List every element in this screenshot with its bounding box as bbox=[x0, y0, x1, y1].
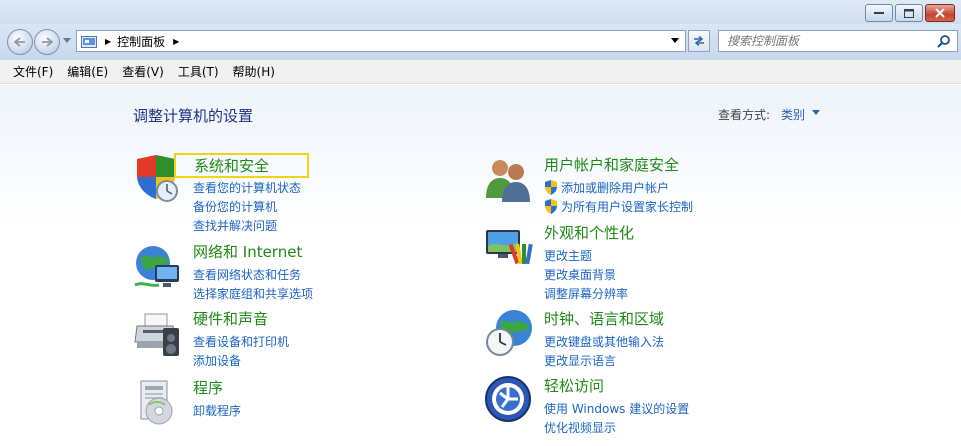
clock-globe-icon bbox=[486, 310, 532, 356]
breadcrumb-arrow-icon[interactable]: ▶ bbox=[173, 37, 179, 46]
category-links: 使用 Windows 建议的设置 优化视频显示 bbox=[544, 399, 689, 437]
forward-button[interactable] bbox=[34, 29, 60, 55]
category-links: 添加或删除用户帐户 为所有用户设置家长控制 bbox=[544, 178, 693, 216]
minimize-icon bbox=[874, 12, 884, 14]
menu-help[interactable]: 帮助(H) bbox=[226, 63, 282, 80]
breadcrumb-control-panel[interactable]: 控制面板 bbox=[117, 33, 165, 50]
page-title: 调整计算机的设置 bbox=[133, 107, 254, 125]
menu-view[interactable]: 查看(V) bbox=[115, 63, 171, 80]
category-network-internet: 网络和 Internet 查看网络状态和任务 选择家庭组和共享选项 bbox=[133, 241, 463, 311]
link-label[interactable]: 添加或删除用户帐户 bbox=[561, 179, 669, 196]
link-change-display-language[interactable]: 更改显示语言 bbox=[544, 351, 664, 370]
link-network-status[interactable]: 查看网络状态和任务 bbox=[193, 265, 313, 284]
link-uninstall-program[interactable]: 卸载程序 bbox=[193, 401, 241, 420]
link-view-computer-status[interactable]: 查看您的计算机状态 bbox=[193, 178, 301, 197]
link-add-device[interactable]: 添加设备 bbox=[193, 351, 289, 370]
menu-tools[interactable]: 工具(T) bbox=[171, 63, 226, 80]
category-title[interactable]: 轻松访问 bbox=[544, 375, 604, 396]
control-panel-folder-icon bbox=[81, 36, 97, 48]
monitor-palette-icon bbox=[486, 230, 533, 265]
back-button[interactable] bbox=[7, 29, 33, 55]
category-programs: 程序 卸载程序 bbox=[133, 377, 463, 446]
link-change-keyboards[interactable]: 更改键盘或其他输入法 bbox=[544, 332, 664, 351]
refresh-button[interactable] bbox=[688, 30, 710, 52]
refresh-icon bbox=[694, 35, 704, 47]
users-icon bbox=[486, 160, 530, 202]
category-links: 更改主题 更改桌面背景 调整屏幕分辨率 bbox=[544, 246, 628, 303]
link-parental-controls[interactable]: 为所有用户设置家长控制 bbox=[544, 197, 693, 216]
menu-edit[interactable]: 编辑(E) bbox=[60, 63, 115, 80]
menu-file[interactable]: 文件(F) bbox=[6, 63, 60, 80]
breadcrumb-arrow-icon[interactable]: ▶ bbox=[105, 37, 111, 46]
minimize-button[interactable] bbox=[865, 4, 893, 22]
window-controls bbox=[865, 4, 955, 22]
category-clock-language-region: 时钟、语言和区域 更改键盘或其他输入法 更改显示语言 bbox=[484, 308, 814, 378]
close-button[interactable] bbox=[925, 4, 955, 22]
category-links: 查看设备和打印机 添加设备 bbox=[193, 332, 289, 370]
uac-shield-icon bbox=[545, 180, 557, 195]
printer-speaker-icon bbox=[134, 313, 179, 356]
category-ease-of-access: 轻松访问 使用 Windows 建议的设置 优化视频显示 bbox=[484, 375, 814, 445]
control-panel-content: 调整计算机的设置 查看方式: 类别 系统和安全 查看您的计算机状态 备份您的计算… bbox=[0, 85, 961, 446]
address-dropdown-icon[interactable] bbox=[671, 38, 679, 43]
category-appearance: 外观和个性化 更改主题 更改桌面背景 调整屏幕分辨率 bbox=[484, 222, 814, 301]
forward-arrow-icon bbox=[42, 37, 53, 47]
category-title[interactable]: 时钟、语言和区域 bbox=[544, 308, 664, 329]
link-recommended-settings[interactable]: 使用 Windows 建议的设置 bbox=[544, 399, 689, 418]
category-links: 卸载程序 bbox=[193, 401, 241, 420]
close-icon bbox=[935, 8, 945, 18]
search-box[interactable] bbox=[718, 30, 958, 52]
network-globe-icon bbox=[134, 246, 179, 287]
view-by-dropdown-icon[interactable] bbox=[812, 110, 820, 115]
view-by-dropdown[interactable]: 类别 bbox=[781, 106, 805, 123]
category-title[interactable]: 程序 bbox=[193, 377, 223, 398]
link-troubleshoot[interactable]: 查找并解决问题 bbox=[193, 216, 301, 235]
link-change-desktop-background[interactable]: 更改桌面背景 bbox=[544, 265, 628, 284]
link-change-theme[interactable]: 更改主题 bbox=[544, 246, 628, 265]
maximize-button[interactable] bbox=[895, 4, 923, 22]
category-system-security: 系统和安全 查看您的计算机状态 备份您的计算机 查找并解决问题 bbox=[133, 153, 463, 233]
search-icon[interactable] bbox=[937, 34, 951, 48]
uac-shield-icon bbox=[545, 199, 557, 214]
recent-pages-dropdown-icon[interactable] bbox=[63, 38, 71, 43]
link-label[interactable]: 为所有用户设置家长控制 bbox=[561, 198, 693, 215]
category-title[interactable]: 系统和安全 bbox=[174, 153, 310, 178]
link-devices-printers[interactable]: 查看设备和打印机 bbox=[193, 332, 289, 351]
category-links: 更改键盘或其他输入法 更改显示语言 bbox=[544, 332, 664, 370]
category-title[interactable]: 用户帐户和家庭安全 bbox=[544, 154, 679, 175]
link-add-remove-accounts[interactable]: 添加或删除用户帐户 bbox=[544, 178, 693, 197]
category-links: 查看您的计算机状态 备份您的计算机 查找并解决问题 bbox=[193, 178, 301, 235]
link-optimize-visual-display[interactable]: 优化视频显示 bbox=[544, 418, 689, 437]
back-arrow-icon bbox=[14, 37, 25, 47]
programs-disc-icon bbox=[140, 380, 173, 425]
ease-of-access-icon bbox=[485, 376, 531, 422]
category-title[interactable]: 网络和 Internet bbox=[193, 241, 302, 262]
address-bar[interactable]: ▶ 控制面板 ▶ bbox=[76, 30, 686, 52]
view-by-label: 查看方式: bbox=[718, 108, 771, 122]
search-input[interactable] bbox=[727, 34, 937, 48]
category-hardware-sound: 硬件和声音 查看设备和打印机 添加设备 bbox=[133, 308, 463, 378]
address-toolbar: ▶ 控制面板 ▶ bbox=[0, 24, 961, 60]
maximize-icon bbox=[904, 8, 914, 18]
link-adjust-resolution[interactable]: 调整屏幕分辨率 bbox=[544, 284, 628, 303]
link-homegroup-sharing[interactable]: 选择家庭组和共享选项 bbox=[193, 284, 313, 303]
category-title[interactable]: 硬件和声音 bbox=[193, 308, 268, 329]
category-user-accounts: 用户帐户和家庭安全 添加或删除用户帐户 为所有用户设置家长控制 bbox=[484, 154, 814, 224]
link-back-up-computer[interactable]: 备份您的计算机 bbox=[193, 197, 301, 216]
category-title[interactable]: 外观和个性化 bbox=[544, 222, 634, 243]
category-links: 查看网络状态和任务 选择家庭组和共享选项 bbox=[193, 265, 313, 303]
menu-bar: 文件(F) 编辑(E) 查看(V) 工具(T) 帮助(H) bbox=[0, 60, 961, 84]
